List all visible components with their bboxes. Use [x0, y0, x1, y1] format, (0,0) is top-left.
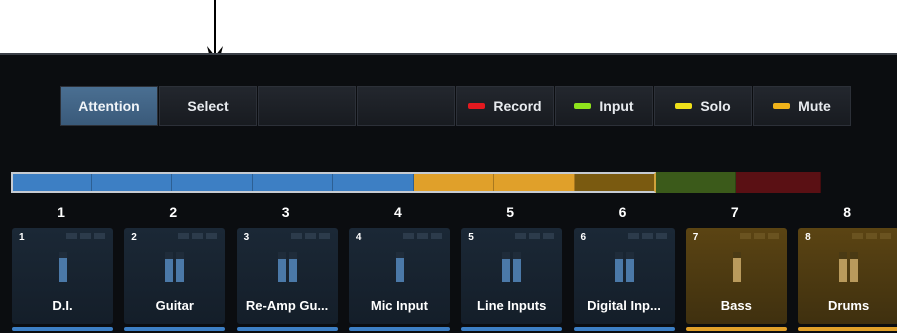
solo-swatch-icon	[675, 103, 693, 109]
indicator-lights	[625, 233, 667, 239]
track-card-number: 7	[692, 232, 699, 243]
track-number: 4	[393, 204, 402, 220]
track-color-strip	[461, 327, 563, 331]
level-meter	[57, 250, 69, 282]
level-meter	[839, 250, 859, 282]
track-card-number: 6	[580, 232, 587, 243]
track-name: Mic Input	[370, 298, 428, 313]
track-name: D.I.	[52, 298, 73, 313]
overview-segment[interactable]	[172, 172, 253, 193]
mode-toolbar: Attention Select Record Input Solo Mute	[60, 86, 852, 126]
level-meter	[731, 250, 743, 282]
track-strip[interactable]: 2 2 Guitar	[120, 200, 226, 333]
track-color-strip	[573, 327, 675, 331]
track-number: 7	[730, 204, 739, 220]
level-meter	[277, 250, 298, 282]
track-color-strip	[124, 327, 226, 331]
indicator-lights	[512, 233, 555, 239]
track-card[interactable]: 4 Mic Input	[348, 228, 450, 324]
track-name: Re-Amp Gu...	[245, 298, 329, 313]
input-button[interactable]: Input	[555, 86, 653, 126]
track-strip[interactable]: 3 3 Re-Amp Gu...	[233, 200, 339, 333]
level-meter	[502, 250, 522, 282]
overview-segment[interactable]	[11, 172, 92, 193]
track-strip[interactable]: 7 7 Bass	[682, 200, 788, 333]
track-strip[interactable]: 6 6 Digital Inp...	[570, 200, 676, 333]
panel-top-border	[0, 53, 897, 55]
track-number: 3	[281, 204, 290, 220]
track-name: Digital Inp...	[587, 298, 661, 313]
overview-segment[interactable]	[494, 172, 575, 193]
indicator-lights	[288, 233, 330, 239]
record-swatch-icon	[468, 103, 486, 109]
track-name: Bass	[720, 298, 752, 313]
track-card[interactable]: 3 Re-Amp Gu...	[236, 228, 338, 324]
overview-segment[interactable]	[574, 172, 655, 193]
track-card[interactable]: 5 Line Inputs	[461, 228, 563, 324]
blank-button-1[interactable]	[258, 86, 356, 126]
track-color-strip	[236, 327, 338, 331]
attention-button[interactable]: Attention	[60, 86, 158, 126]
track-number: 5	[506, 204, 515, 220]
track-card[interactable]: 8 Drums	[798, 228, 897, 324]
blank-button-2[interactable]	[357, 86, 455, 126]
track-number: 8	[843, 204, 851, 220]
select-button[interactable]: Select	[159, 86, 257, 126]
track-card-number: 5	[468, 232, 474, 243]
mute-button[interactable]: Mute	[753, 86, 851, 126]
track-card-number: 2	[131, 232, 137, 243]
track-card-number: 8	[805, 232, 811, 243]
track-card[interactable]: 2 Guitar	[124, 228, 226, 324]
overview-segment[interactable]	[91, 172, 172, 193]
indicator-lights	[63, 233, 105, 239]
overview-segment[interactable]	[413, 172, 494, 193]
track-color-strip	[12, 327, 113, 331]
track-strip[interactable]: 8 8 Drums	[794, 200, 897, 333]
level-meter	[614, 250, 635, 282]
solo-button[interactable]: Solo	[654, 86, 752, 126]
track-card-number: 3	[243, 232, 250, 243]
overview-segment[interactable]	[655, 172, 736, 193]
input-swatch-icon	[574, 103, 592, 109]
track-card-number: 1	[19, 232, 25, 243]
track-card[interactable]: 6 Digital Inp...	[573, 228, 675, 324]
level-meter	[394, 250, 406, 282]
overview-segment[interactable]	[333, 172, 414, 193]
track-name: Drums	[828, 298, 870, 313]
indicator-lights	[849, 233, 892, 239]
mute-swatch-icon	[773, 103, 791, 109]
track-card[interactable]: 1 D.I.	[12, 228, 113, 324]
track-card-number: 4	[355, 232, 362, 243]
track-strip[interactable]: 1 1 D.I.	[8, 200, 114, 333]
record-button[interactable]: Record	[456, 86, 554, 126]
level-meter	[165, 250, 185, 282]
track-card[interactable]: 7 Bass	[685, 228, 787, 324]
overview-segment[interactable]	[252, 172, 333, 193]
track-overview-bar[interactable]	[11, 172, 897, 193]
indicator-lights	[737, 233, 779, 239]
track-color-strip	[348, 327, 450, 331]
track-number: 6	[618, 204, 627, 220]
track-strip-list: 1 1 D.I. 2 2 Guitar 3 3 Re-Amp Gu... 4 4…	[0, 200, 897, 333]
track-strip[interactable]: 4 4 Mic Input	[345, 200, 451, 333]
indicator-lights	[400, 233, 442, 239]
track-number: 1	[57, 204, 65, 220]
overview-segment[interactable]	[735, 172, 821, 193]
track-color-strip	[685, 327, 787, 331]
track-strip[interactable]: 5 5 Line Inputs	[457, 200, 563, 333]
track-name: Guitar	[155, 298, 194, 313]
track-color-strip	[798, 327, 897, 331]
indicator-lights	[175, 233, 218, 239]
track-name: Line Inputs	[477, 298, 547, 313]
track-number: 2	[169, 204, 178, 220]
